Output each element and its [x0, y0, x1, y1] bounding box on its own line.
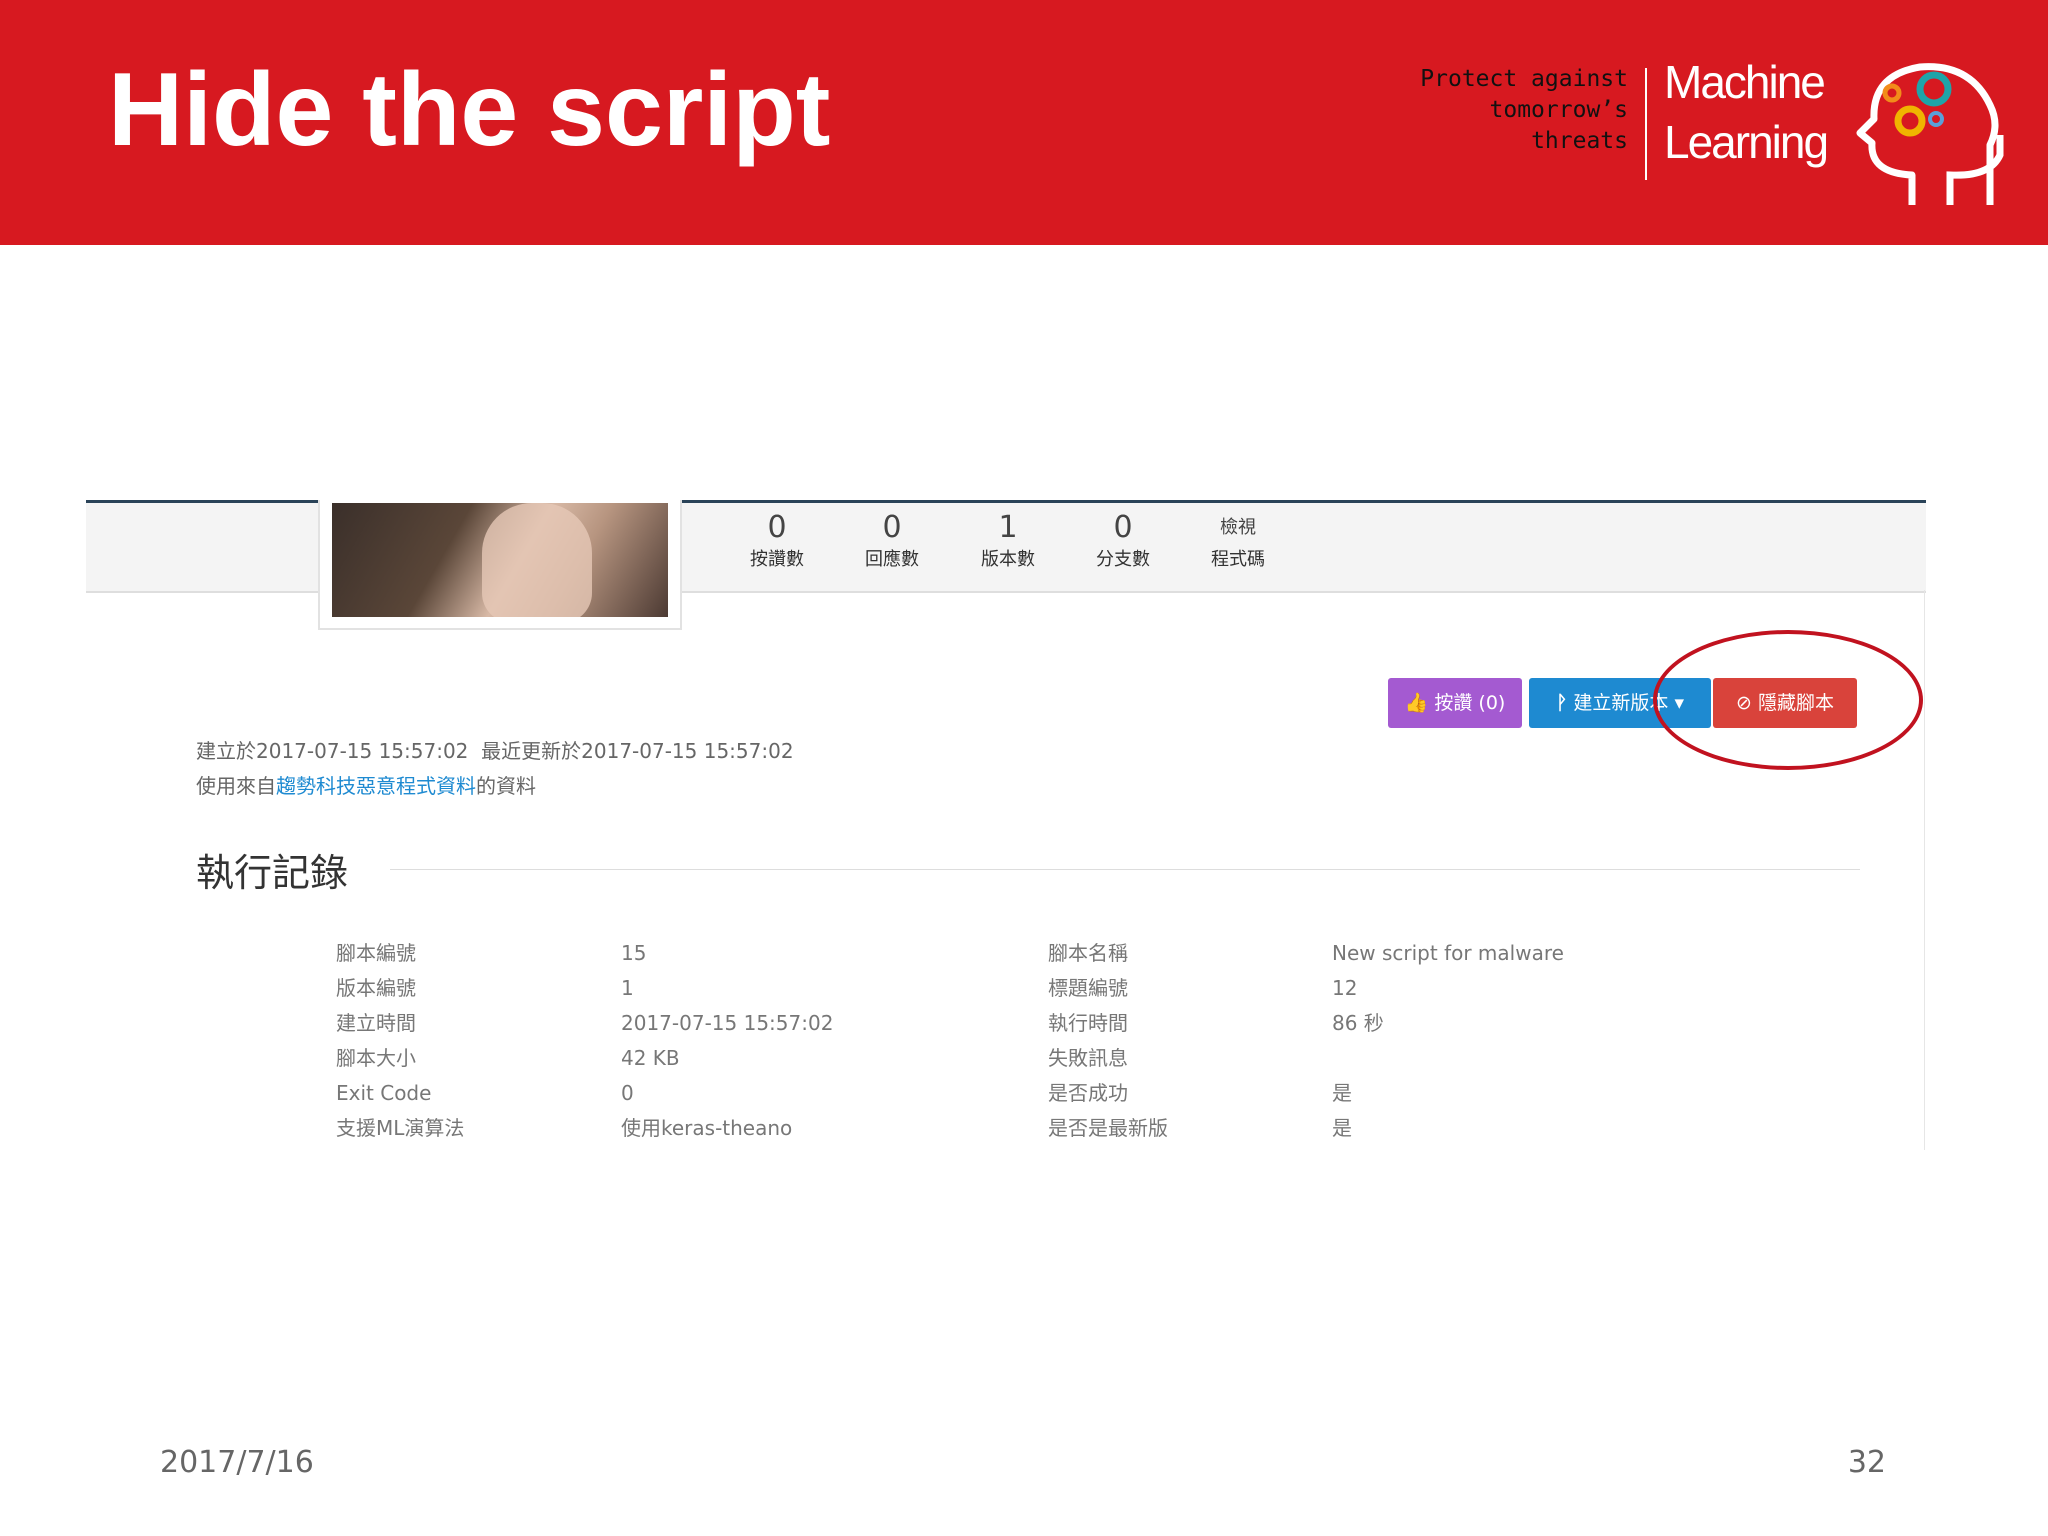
info-key: 版本編號 [336, 976, 416, 1000]
brand-line: Learning [1664, 116, 1829, 168]
tagline-line: threats [1531, 128, 1628, 154]
slide-date: 2017/7/16 [160, 1445, 314, 1480]
table-row: Exit Code 0 是否成功 是 [336, 1078, 1636, 1113]
updated-at: 最近更新於2017-07-15 15:57:02 [481, 739, 794, 763]
like-button-label: 按讚 (0) [1434, 692, 1506, 714]
avatar [332, 503, 668, 617]
stat-likes[interactable]: 0 按讚數 [727, 510, 827, 574]
stat-label: 按讚數 [750, 549, 804, 570]
stat-value: 0 [882, 510, 902, 545]
section-title: 執行記錄 [196, 851, 349, 895]
tagline: Protect against tomorrow’s threats [1368, 64, 1628, 157]
stat-value: 檢視 [1220, 517, 1256, 538]
info-key: 失敗訊息 [1048, 1046, 1128, 1070]
script-page-screenshot: 0 按讚數 0 回應數 1 版本數 0 分支數 檢視 程式碼 👍 按讚 (0) … [86, 500, 1926, 1150]
stat-label: 版本數 [981, 549, 1035, 570]
stat-value: 0 [1113, 510, 1133, 545]
panel-border [1924, 590, 1925, 1150]
info-value: 86 秒 [1332, 1011, 1384, 1035]
info-value: 12 [1332, 976, 1358, 1000]
stat-branches[interactable]: 0 分支數 [1073, 510, 1173, 574]
view-code-link[interactable]: 檢視 程式碼 [1188, 510, 1288, 574]
info-key: 標題編號 [1048, 976, 1128, 1000]
info-key: 是否成功 [1048, 1081, 1128, 1105]
info-value: 1 [621, 976, 634, 1000]
table-row: 版本編號 1 標題編號 12 [336, 973, 1636, 1008]
brand-divider [1645, 68, 1647, 180]
info-key: 腳本名稱 [1048, 941, 1128, 965]
data-source: 使用來自趨勢科技惡意程式資料的資料 [196, 770, 536, 799]
source-suffix: 的資料 [476, 774, 536, 798]
source-prefix: 使用來自 [196, 774, 276, 798]
info-value: 15 [621, 941, 647, 965]
info-value: 使用keras-theano [621, 1116, 793, 1140]
highlight-ring [1653, 630, 1923, 770]
info-value: 是 [1332, 1116, 1352, 1140]
brand-name: Machine Learning [1664, 52, 1829, 172]
stat-label: 分支數 [1096, 549, 1150, 570]
created-at: 建立於2017-07-15 15:57:02 [196, 739, 469, 763]
execution-info-table: 腳本編號 15 腳本名稱 New script for malware 版本編號… [336, 938, 1636, 1148]
info-key: 支援ML演算法 [336, 1116, 465, 1140]
brand-line: Machine [1664, 56, 1826, 108]
slide-page-number: 32 [1847, 1445, 1886, 1480]
thumbs-up-icon: 👍 [1404, 692, 1429, 714]
info-value: 0 [621, 1081, 634, 1105]
head-gears-icon [1856, 63, 2004, 205]
section-divider [390, 869, 1860, 870]
slide-header: Hide the script Protect against tomorrow… [0, 0, 2048, 245]
stat-label: 回應數 [865, 549, 919, 570]
branch-icon: ᚹ [1555, 692, 1568, 714]
info-value: 2017-07-15 15:57:02 [621, 1011, 834, 1035]
table-row: 腳本編號 15 腳本名稱 New script for malware [336, 938, 1636, 973]
stat-label: 程式碼 [1211, 549, 1265, 570]
stat-value: 1 [998, 510, 1018, 545]
info-key: 執行時間 [1048, 1011, 1128, 1035]
stat-versions[interactable]: 1 版本數 [958, 510, 1058, 574]
stat-value: 0 [767, 510, 787, 545]
info-key: 腳本編號 [336, 941, 416, 965]
like-button[interactable]: 👍 按讚 (0) [1388, 678, 1522, 728]
info-value: 是 [1332, 1081, 1352, 1105]
info-key: Exit Code [336, 1081, 432, 1105]
timestamps: 建立於2017-07-15 15:57:02 最近更新於2017-07-15 1… [196, 735, 794, 764]
info-key: 是否是最新版 [1048, 1116, 1168, 1140]
info-value: 42 KB [621, 1046, 680, 1070]
table-row: 建立時間 2017-07-15 15:57:02 執行時間 86 秒 [336, 1008, 1636, 1043]
info-key: 腳本大小 [336, 1046, 416, 1070]
stat-comments[interactable]: 0 回應數 [842, 510, 942, 574]
table-row: 支援ML演算法 使用keras-theano 是否是最新版 是 [336, 1113, 1636, 1148]
table-row: 腳本大小 42 KB 失敗訊息 [336, 1043, 1636, 1078]
info-value: New script for malware [1332, 941, 1564, 965]
slide-title: Hide the script [108, 52, 831, 168]
info-key: 建立時間 [336, 1011, 416, 1035]
tagline-line: tomorrow’s [1489, 97, 1628, 123]
source-link[interactable]: 趨勢科技惡意程式資料 [276, 774, 476, 798]
tagline-line: Protect against [1420, 66, 1628, 92]
